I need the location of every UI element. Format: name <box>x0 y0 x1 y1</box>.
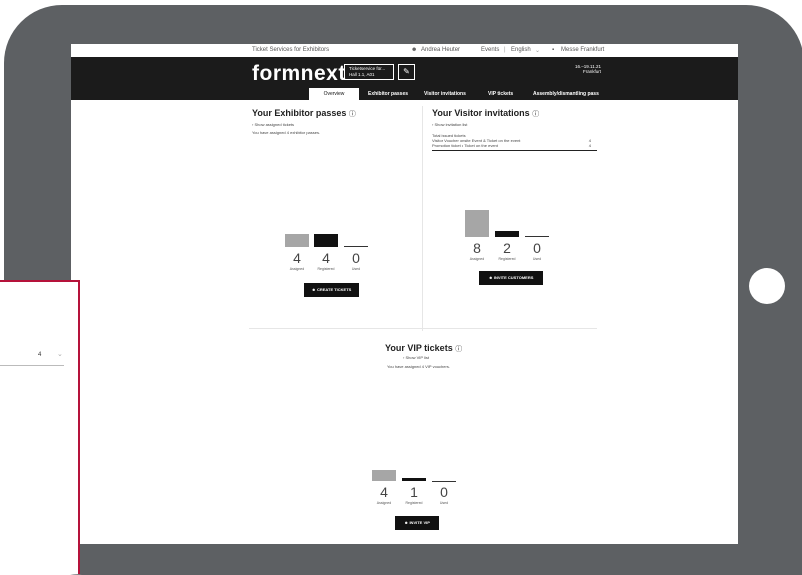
edit-icon[interactable]: ✎ <box>398 64 415 80</box>
registered-bar <box>314 234 338 247</box>
info-icon[interactable]: ⓘ <box>349 111 356 118</box>
user-name[interactable]: Andrea Heuter <box>421 47 460 53</box>
show-invitations-text: Show invitation list <box>434 122 468 127</box>
exhibitor-title-text: Your Exhibitor passes <box>252 108 347 118</box>
header: formnext Ticketservice für... Hall 1.1, … <box>71 57 738 100</box>
registered-label: Registered <box>498 257 516 261</box>
assigned-bar <box>285 234 309 247</box>
booth-select[interactable]: Ticketservice für... Hall 1.1, A01 <box>344 64 394 80</box>
info-icon[interactable]: ⓘ <box>455 346 462 353</box>
registered-label: Registered <box>405 501 423 505</box>
portal-title: Ticket Services for Exhibitors <box>252 47 330 53</box>
row-label: Promotion ticket • Ticket on the event <box>432 143 498 148</box>
visitor-title-text: Your Visitor invitations <box>432 108 530 118</box>
info-icon[interactable]: ⓘ <box>532 111 539 118</box>
registered-label: Registered <box>317 267 335 271</box>
visitor-table: Total issued tickets Visitor Voucher ons… <box>432 133 597 151</box>
event-city: Frankfurt <box>582 69 601 74</box>
tab-assembly-pass[interactable]: Assembly/dismantling pass <box>533 88 599 100</box>
booth-select-line2: Hall 1.1, A01 <box>349 72 375 77</box>
browser-screen: Ticket Services for Exhibitors ☻ Andrea … <box>71 44 738 544</box>
used-label: Used <box>439 501 449 505</box>
used-label: Used <box>351 267 361 271</box>
quantity-value: 4 <box>38 352 42 358</box>
tab-exhibitor-passes[interactable]: Exhibitor passes <box>368 88 408 100</box>
assigned-bar <box>372 470 396 481</box>
assigned-label: Assigned <box>469 257 485 261</box>
registered-bar <box>495 231 519 237</box>
top-bar: Ticket Services for Exhibitors ☻ Andrea … <box>71 44 738 57</box>
registered-bar <box>402 478 426 481</box>
assigned-label: Assigned <box>289 267 305 271</box>
invite-customers-button[interactable]: ☻ INVITE CUSTOMERS <box>479 271 543 285</box>
used-count: 0 <box>533 240 541 256</box>
section-divider <box>249 328 597 329</box>
logo[interactable]: formnext <box>252 62 346 86</box>
exhibitor-title: Your Exhibitor passes ⓘ <box>252 108 356 119</box>
show-vip-link[interactable]: › Show VIP list <box>403 355 429 360</box>
show-vip-text: Show VIP list <box>405 355 429 360</box>
vip-title-text: Your VIP tickets <box>385 343 453 353</box>
vip-summary: You have assigned 4 VIP vouchers. <box>387 364 450 369</box>
chevron-down-icon: ⌄ <box>535 48 541 54</box>
row-value: 4 <box>588 143 591 148</box>
show-invitations-link[interactable]: › Show invitation list <box>432 122 467 127</box>
assigned-label: Assigned <box>376 501 392 505</box>
select-underline <box>0 365 64 366</box>
table-divider <box>432 150 597 151</box>
chevron-down-icon[interactable]: ⌄ <box>57 350 63 358</box>
booth-select-line1: Ticketservice für... <box>349 66 386 71</box>
vip-title: Your VIP tickets ⓘ <box>385 343 462 354</box>
events-link[interactable]: Events <box>481 47 499 53</box>
registered-count: 2 <box>503 240 511 256</box>
used-count: 0 <box>440 484 448 500</box>
invite-vip-label: INVITE VIP <box>409 520 430 525</box>
show-assigned-text: Show assigned tickets <box>254 122 295 127</box>
tab-visitor-invitations[interactable]: Visitor invitations <box>424 88 466 100</box>
invite-vip-button[interactable]: ☻ INVITE VIP <box>395 516 439 530</box>
exhibitor-summary: You have assigned 4 exhibitor passes. <box>252 130 321 135</box>
create-tickets-label: CREATE TICKETS <box>316 287 352 292</box>
used-bar <box>525 236 549 237</box>
tab-overview[interactable]: Overview <box>309 88 359 100</box>
separator: | <box>504 47 506 53</box>
company-name[interactable]: Messe Frankfurt <box>561 47 604 53</box>
column-divider <box>422 106 423 331</box>
invite-customers-label: INVITE CUSTOMERS <box>493 275 534 280</box>
assigned-count: 8 <box>473 240 481 256</box>
used-label: Used <box>532 257 542 261</box>
user-icon: ☻ <box>411 47 418 53</box>
event-date: 16.–19.11.21 Frankfurt <box>531 64 601 74</box>
visitor-title: Your Visitor invitations ⓘ <box>432 108 539 119</box>
assigned-count: 4 <box>293 250 301 266</box>
registered-count: 4 <box>322 250 330 266</box>
assigned-count: 4 <box>380 484 388 500</box>
show-assigned-link[interactable]: › Show assigned tickets <box>252 122 294 127</box>
home-button[interactable] <box>749 268 785 304</box>
registered-count: 1 <box>410 484 418 500</box>
language-select[interactable]: English <box>511 47 531 53</box>
used-bar <box>432 481 456 482</box>
used-count: 0 <box>352 250 360 266</box>
table-row: Promotion ticket • Ticket on the event 4 <box>432 143 597 148</box>
company-icon: ▪ <box>552 47 555 53</box>
used-bar <box>344 246 368 247</box>
left-overlay-panel: 4 ⌄ <box>0 280 80 574</box>
tab-vip-tickets[interactable]: VIP tickets <box>488 88 513 100</box>
create-tickets-button[interactable]: ☻ CREATE TICKETS <box>304 283 359 297</box>
assigned-bar <box>465 210 489 237</box>
